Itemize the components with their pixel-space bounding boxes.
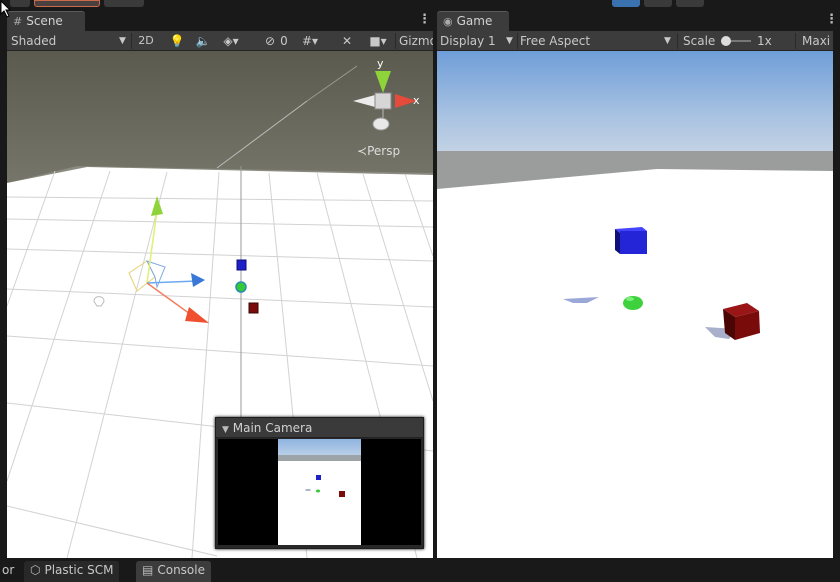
mouse-cursor-icon [0, 0, 12, 18]
effects-dropdown-icon[interactable]: ◈▾ [219, 33, 243, 49]
separator [517, 33, 518, 49]
game-toolbar: Display 1 ▼ Free Aspect ▼ Scale 1x Maxi [437, 31, 833, 51]
toggle-2d-button[interactable]: 2D [135, 33, 157, 49]
aspect-dropdown[interactable]: Free Aspect ▼ [520, 32, 678, 50]
camera-preview-viewport [218, 439, 421, 545]
hidden-count-label: 0 [280, 34, 288, 48]
game-canvas[interactable] [437, 51, 833, 558]
orientation-y-label: y [377, 57, 384, 70]
orientation-x-label: x [413, 94, 420, 107]
tab-plastic-scm-label: Plastic SCM [44, 563, 114, 577]
scale-slider[interactable] [721, 36, 751, 46]
pause-button[interactable] [644, 0, 672, 7]
preview-shadow [305, 489, 311, 491]
tools-icon[interactable]: ✕ [339, 33, 355, 49]
dropdown-arrow-icon: ▼ [119, 36, 126, 46]
tab-console-label: Console [157, 563, 205, 577]
scene-menu-icon[interactable]: ⋮ [418, 12, 431, 27]
green-sphere[interactable] [235, 281, 247, 293]
toolbar-fragment-account[interactable] [34, 0, 100, 7]
camera-preview-header[interactable]: ▼ Main Camera [216, 418, 423, 438]
plastic-scm-icon: ⬡ [30, 563, 41, 577]
shading-label: Shaded [11, 34, 57, 48]
camera-dropdown-icon[interactable]: ■▾ [365, 33, 391, 49]
grid-dropdown-icon[interactable]: #▾ [297, 33, 323, 49]
shading-dropdown[interactable]: Shaded ▼ [11, 32, 127, 50]
scene-tabbar: # Scene ⋮ [0, 10, 433, 31]
dropdown-arrow-icon: ▼ [506, 36, 513, 46]
lighting-toggle-icon[interactable]: 💡 [169, 33, 185, 49]
tab-plastic-scm[interactable]: ⬡ Plastic SCM [24, 561, 120, 582]
step-button[interactable] [676, 0, 704, 7]
scale-label: Scale [683, 34, 716, 48]
game-sky [437, 51, 833, 161]
tab-game[interactable]: ◉ Game [437, 11, 509, 31]
scale-value: 1x [757, 34, 772, 48]
camera-preview: ▼ Main Camera [215, 417, 424, 549]
tab-inspector-partial[interactable]: or [0, 561, 21, 582]
hash-icon: # [13, 15, 23, 28]
bottom-tabbar: or ⬡ Plastic SCM ▤ Console [0, 559, 840, 582]
audio-toggle-icon[interactable]: 🔈 [195, 33, 211, 49]
scale-slider-thumb[interactable] [721, 36, 731, 46]
preview-green-sphere [316, 489, 320, 493]
gamepad-icon: ◉ [443, 15, 453, 28]
orientation-negy-icon[interactable] [372, 117, 390, 131]
separator [131, 33, 132, 49]
toolbar-fragment-left [10, 0, 30, 7]
separator [395, 33, 396, 49]
aspect-label: Free Aspect [520, 34, 591, 48]
collapse-triangle-icon[interactable]: ▼ [222, 425, 229, 435]
game-blue-cube [615, 227, 647, 254]
gizmos-dropdown[interactable]: Gizmo [399, 32, 433, 50]
game-ground [437, 169, 833, 558]
top-strip [0, 0, 840, 10]
projection-toggle[interactable]: ≺Persp [357, 144, 400, 158]
red-cube[interactable] [248, 302, 259, 314]
game-red-cube [723, 303, 760, 340]
tab-scene[interactable]: # Scene [7, 11, 85, 31]
separator [677, 33, 678, 49]
display-label: Display 1 [440, 34, 496, 48]
chevron-left-icon: ≺ [357, 144, 368, 158]
play-button[interactable] [612, 0, 640, 7]
camera-preview-title: Main Camera [232, 421, 313, 435]
game-tabbar: ◉ Game ⋮ [437, 10, 840, 31]
orientation-center-icon[interactable] [374, 92, 392, 110]
preview-red-cube [339, 491, 345, 497]
maximize-toggle[interactable]: Maxi [802, 32, 830, 50]
game-viewport[interactable] [437, 51, 833, 558]
hidden-objects-icon[interactable]: ⊘ [262, 33, 278, 49]
blue-cube[interactable] [236, 259, 247, 271]
tab-scene-label: Scene [26, 14, 63, 28]
tab-game-label: Game [456, 14, 493, 28]
game-menu-icon[interactable]: ⋮ [825, 12, 838, 27]
projection-label: Persp [367, 144, 401, 158]
tab-console[interactable]: ▤ Console [136, 561, 211, 582]
preview-blue-cube [316, 475, 321, 480]
console-icon: ▤ [142, 563, 154, 577]
scene-toolbar: Shaded ▼ 2D 💡 🔈 ◈▾ ⊘ 0 #▾ ✕ ■▾ Gizmo [7, 31, 433, 51]
display-dropdown[interactable]: Display 1 ▼ [440, 32, 516, 50]
separator [795, 33, 796, 49]
toolbar-fragment-cloud[interactable] [104, 0, 144, 7]
dropdown-arrow-icon: ▼ [664, 36, 671, 46]
